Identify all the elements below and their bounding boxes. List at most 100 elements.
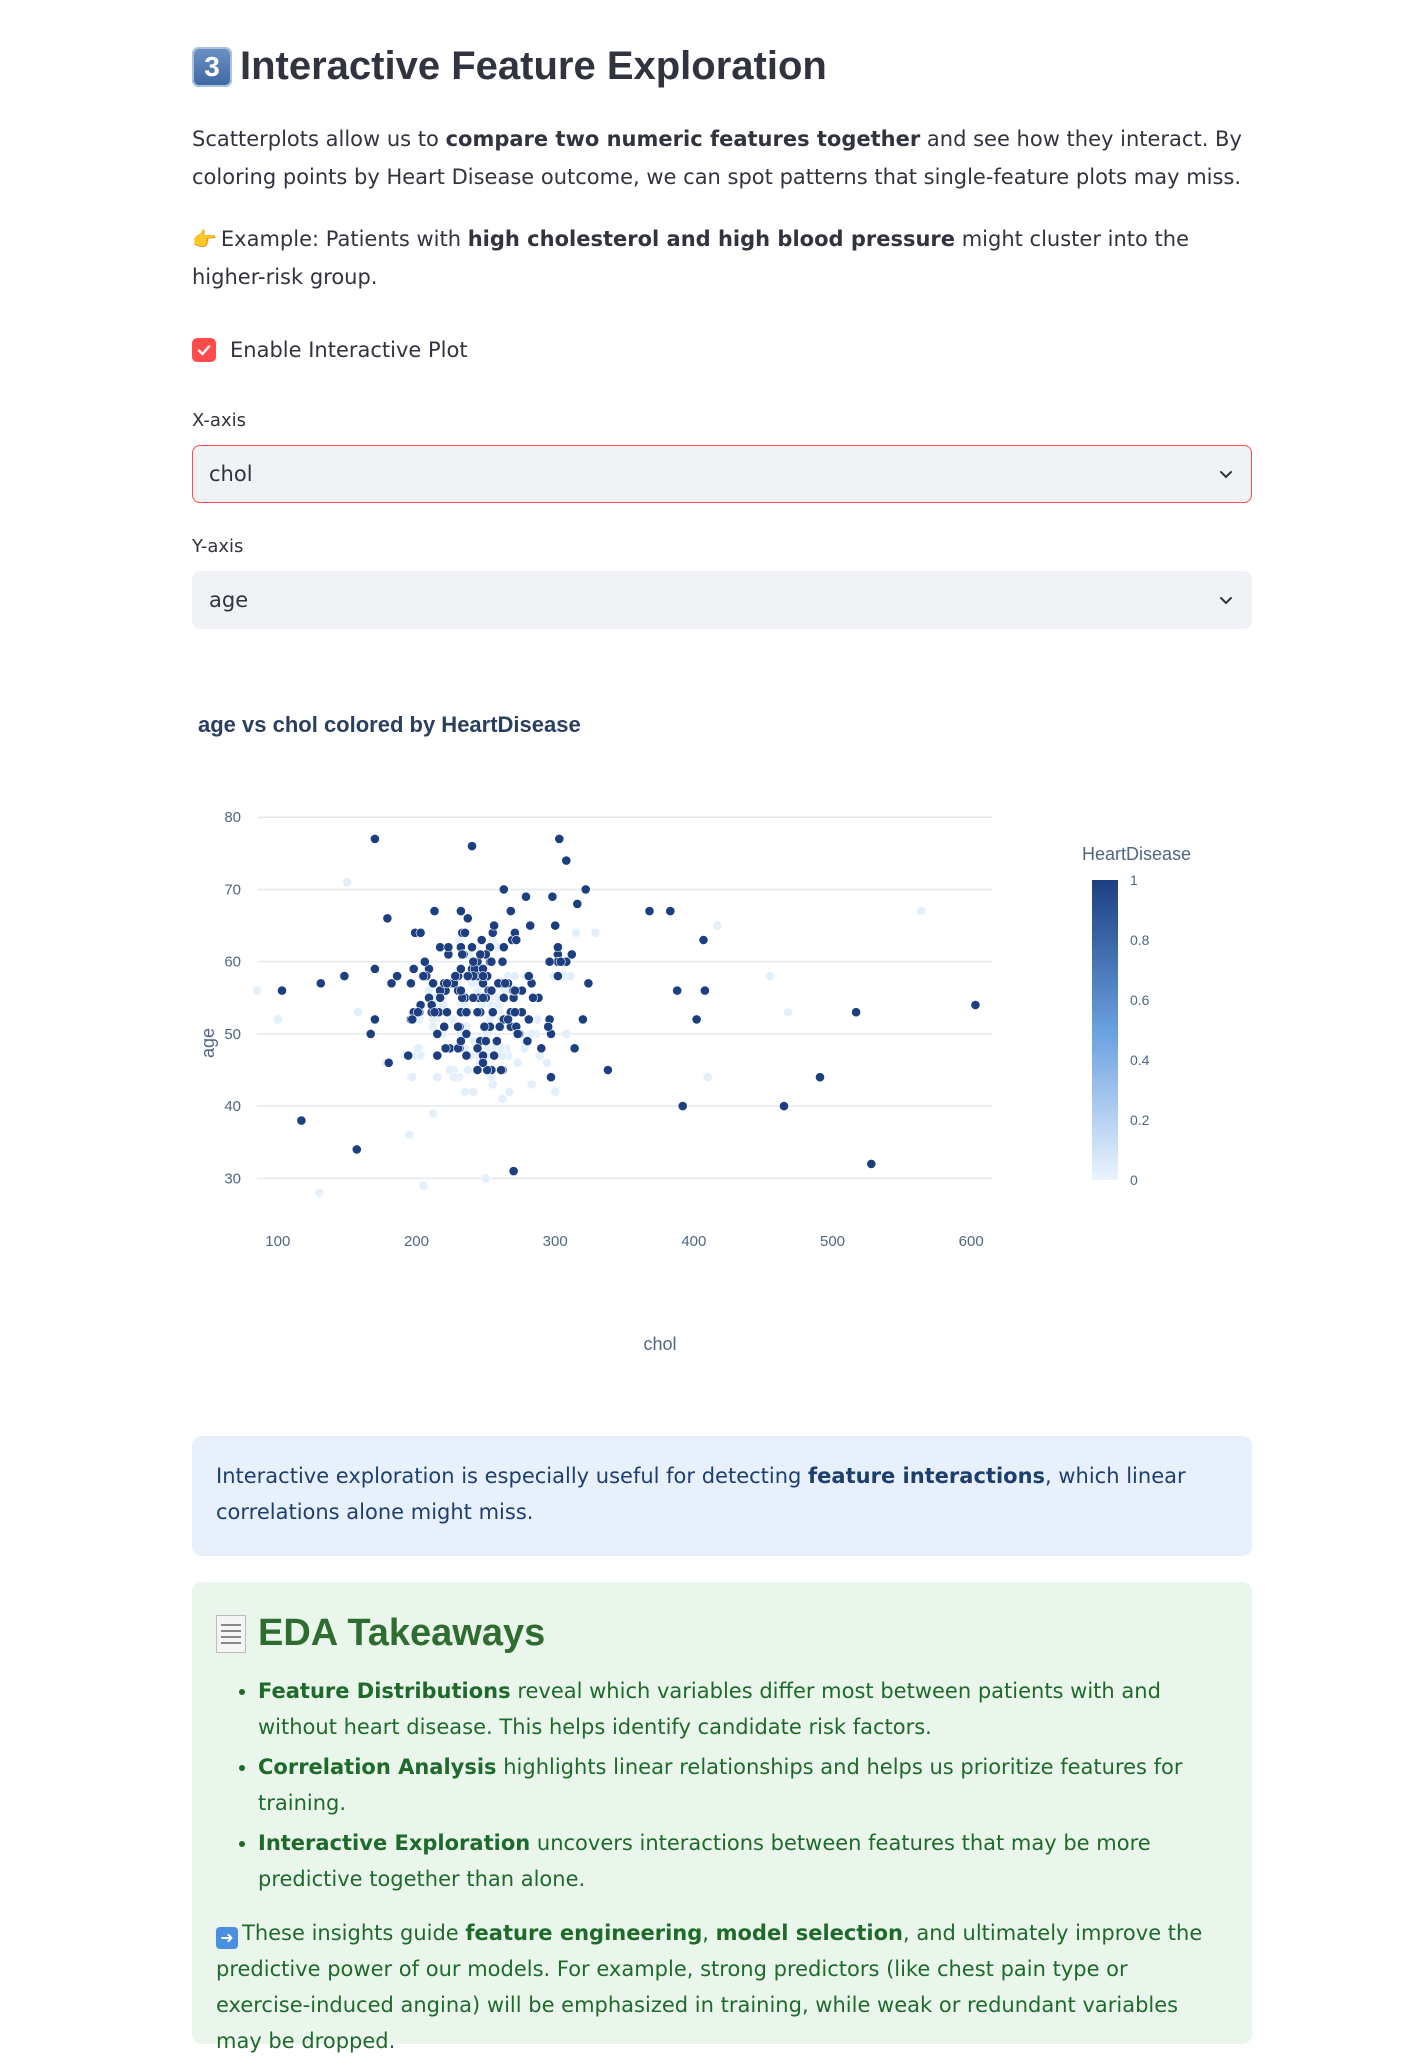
scatter-point[interactable]: [561, 855, 572, 866]
scatter-point[interactable]: [472, 1007, 483, 1018]
scatter-point[interactable]: [503, 1014, 513, 1025]
scatter-point[interactable]: [314, 1187, 325, 1198]
scatter-point[interactable]: [523, 971, 534, 981]
scatter-point[interactable]: [602, 1065, 613, 1075]
scatter-point[interactable]: [432, 1028, 443, 1039]
scatter-point[interactable]: [468, 992, 479, 1003]
scatter-point[interactable]: [461, 1007, 472, 1018]
scatter-point[interactable]: [491, 1036, 502, 1046]
scatter-point[interactable]: [509, 1007, 520, 1018]
scatter-point[interactable]: [404, 1130, 415, 1140]
scatter-point[interactable]: [415, 927, 426, 938]
scatter-point[interactable]: [475, 949, 486, 960]
scatter-point[interactable]: [351, 1144, 362, 1155]
scatter-point[interactable]: [566, 949, 577, 960]
scatter-point[interactable]: [461, 1050, 472, 1061]
scatter-point[interactable]: [419, 956, 430, 967]
scatter-point[interactable]: [339, 971, 350, 981]
scatter-point[interactable]: [555, 956, 566, 967]
scatter-point[interactable]: [468, 1086, 479, 1097]
scatter-point[interactable]: [369, 1014, 380, 1025]
scatter-point[interactable]: [691, 1014, 702, 1025]
scatter-point[interactable]: [511, 935, 522, 945]
scatter-point[interactable]: [583, 978, 594, 989]
scatter-point[interactable]: [486, 985, 497, 996]
scatter-point[interactable]: [544, 956, 555, 967]
scatter-point[interactable]: [460, 1086, 470, 1097]
scatter-point[interactable]: [383, 1057, 394, 1068]
scatter-point[interactable]: [450, 971, 461, 981]
scatter-point[interactable]: [444, 1065, 455, 1075]
scatter-point[interactable]: [526, 1079, 537, 1090]
scatter-point[interactable]: [467, 841, 477, 851]
scatter-point[interactable]: [405, 978, 416, 989]
scatter-point[interactable]: [765, 971, 775, 981]
scatter-point[interactable]: [500, 978, 511, 989]
scatter-point[interactable]: [462, 971, 473, 981]
scatter-point[interactable]: [472, 1043, 483, 1054]
scatter-point[interactable]: [543, 1021, 554, 1032]
scatter-point[interactable]: [783, 1007, 793, 1018]
scatter-point[interactable]: [509, 971, 520, 981]
scatter-point[interactable]: [439, 1021, 450, 1032]
scatter-point[interactable]: [590, 927, 601, 938]
scatter-point[interactable]: [528, 992, 538, 1003]
scatter-point[interactable]: [521, 891, 531, 902]
scatter-point[interactable]: [498, 884, 509, 895]
scatter-point[interactable]: [698, 935, 709, 945]
scatter-point[interactable]: [365, 1028, 376, 1039]
scatter-point[interactable]: [407, 1072, 418, 1083]
scatter-point[interactable]: [916, 906, 927, 916]
scatter-point[interactable]: [462, 913, 473, 924]
scatter-point[interactable]: [565, 971, 576, 981]
scatter-point[interactable]: [296, 1115, 307, 1126]
scatter-point[interactable]: [572, 898, 583, 909]
scatter-point[interactable]: [428, 978, 438, 989]
scatter-point[interactable]: [577, 1014, 588, 1025]
x-axis-select[interactable]: chol: [192, 445, 1252, 503]
scatter-point[interactable]: [497, 1093, 508, 1104]
scatter-point[interactable]: [487, 1007, 498, 1018]
scatter-point[interactable]: [522, 1036, 533, 1046]
scatter-point[interactable]: [512, 1057, 523, 1068]
scatter-point[interactable]: [550, 920, 561, 931]
scatter-point[interactable]: [512, 1028, 523, 1039]
scatter-point[interactable]: [453, 1021, 463, 1032]
scatter-point[interactable]: [480, 1036, 491, 1046]
scatter-point[interactable]: [489, 920, 499, 931]
scatter-point[interactable]: [418, 1180, 429, 1191]
scatter-point[interactable]: [476, 935, 487, 945]
scatter-point[interactable]: [467, 942, 477, 953]
scatter-point[interactable]: [550, 1086, 561, 1097]
scatter-point[interactable]: [571, 927, 581, 938]
scatter-point[interactable]: [970, 1000, 981, 1010]
scatter-point[interactable]: [455, 1036, 466, 1046]
scatter-point[interactable]: [546, 1072, 556, 1083]
scatter-point[interactable]: [677, 1101, 688, 1111]
scatter-point[interactable]: [408, 963, 419, 974]
scatter-point[interactable]: [851, 1007, 861, 1018]
scatter-point[interactable]: [432, 1050, 443, 1061]
scatter-point[interactable]: [386, 978, 397, 989]
scatter-point[interactable]: [479, 1021, 490, 1032]
scatter-point[interactable]: [462, 1065, 473, 1075]
scatter-point[interactable]: [272, 1014, 283, 1025]
scatter-point[interactable]: [428, 1108, 438, 1119]
scatter-point[interactable]: [569, 1043, 580, 1054]
scatter-point[interactable]: [460, 927, 470, 938]
scatter-point[interactable]: [547, 891, 558, 902]
scatter-point[interactable]: [815, 1072, 825, 1083]
scatter-point[interactable]: [509, 985, 520, 996]
scatter-point[interactable]: [498, 942, 509, 953]
scatter-point[interactable]: [866, 1158, 877, 1169]
scatter-point[interactable]: [252, 985, 262, 996]
scatter-point[interactable]: [505, 906, 516, 916]
scatter-point[interactable]: [504, 1086, 515, 1097]
scatter-point[interactable]: [525, 920, 536, 931]
scatter-point[interactable]: [457, 949, 468, 960]
scatter-point[interactable]: [442, 1007, 452, 1018]
scatter-point[interactable]: [415, 1050, 426, 1061]
scatter-point[interactable]: [486, 956, 497, 967]
y-axis-select[interactable]: age: [192, 571, 1252, 629]
scatter-point[interactable]: [455, 906, 466, 916]
